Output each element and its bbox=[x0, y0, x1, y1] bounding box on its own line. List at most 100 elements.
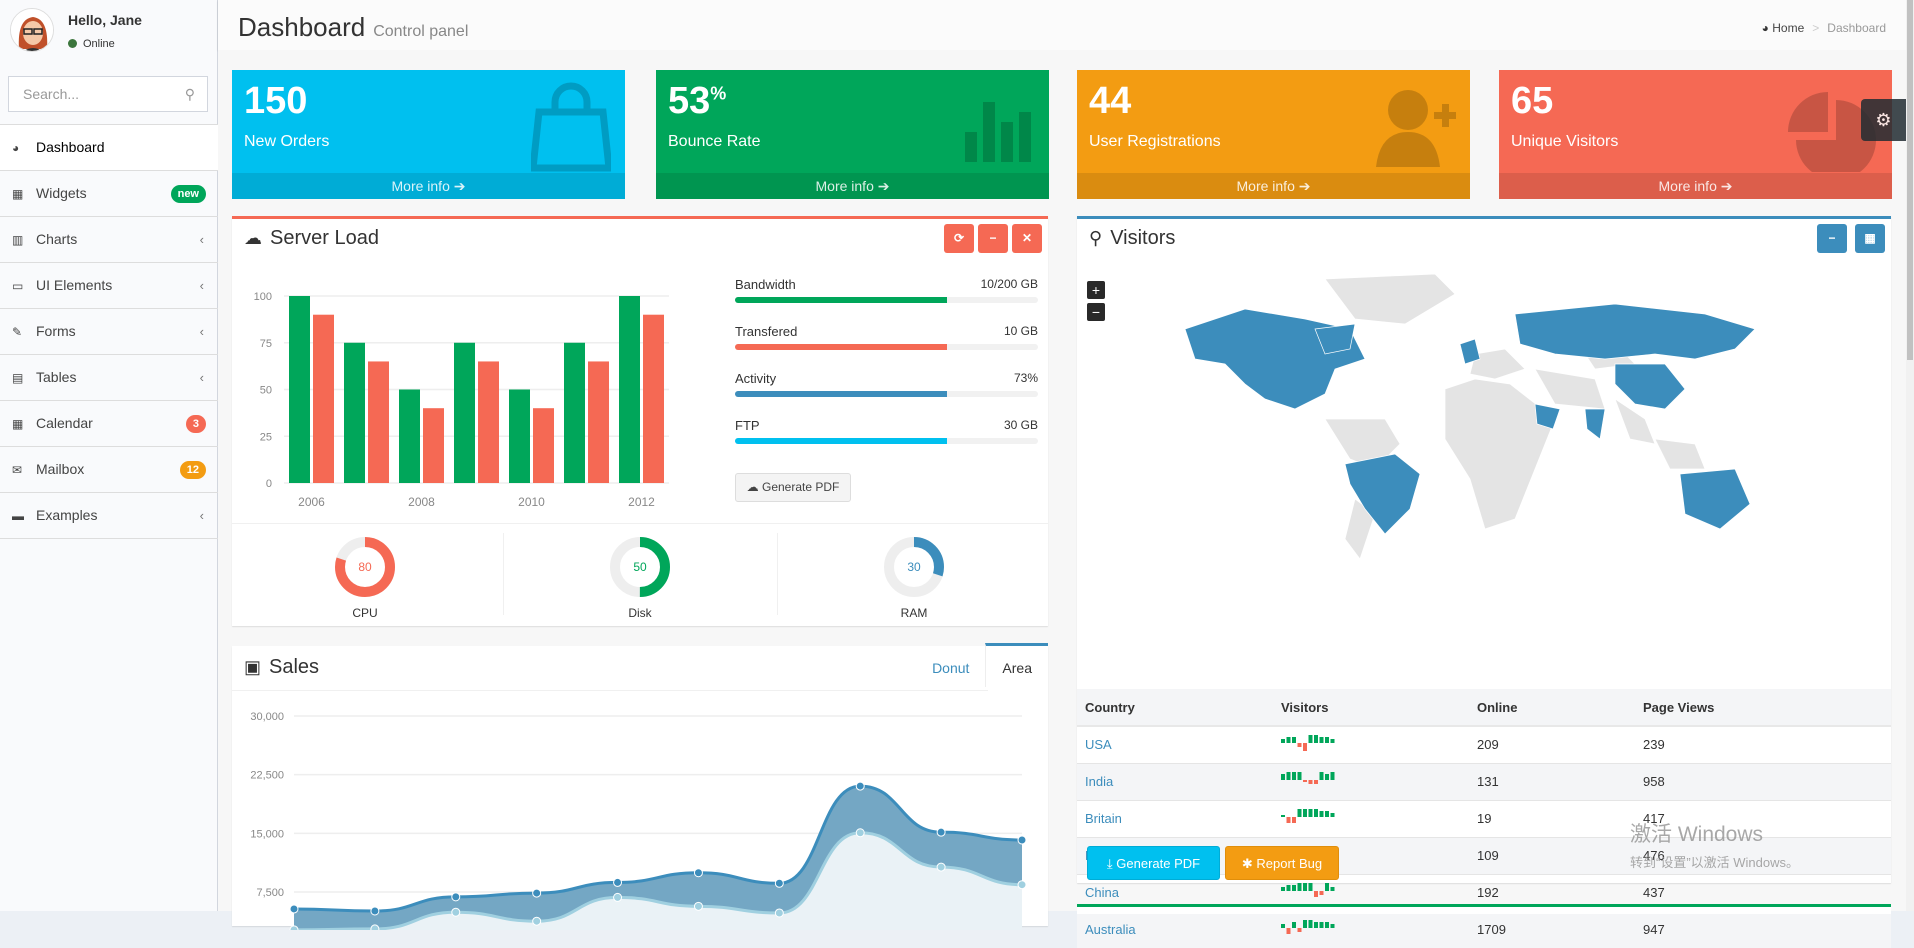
bar-2011-1 bbox=[588, 361, 609, 483]
refresh-button[interactable]: ⟳ bbox=[944, 224, 974, 253]
report-bug-button[interactable]: ✱ Report Bug bbox=[1225, 846, 1339, 880]
knob-dial[interactable]: 80 bbox=[333, 535, 397, 599]
sparkline-bar bbox=[1286, 885, 1291, 891]
knob-dial[interactable]: 30 bbox=[882, 535, 946, 599]
point-series-2[interactable] bbox=[532, 888, 542, 898]
knob-ram[interactable]: 30 RAM bbox=[874, 535, 954, 620]
sparkline-bar bbox=[1292, 817, 1296, 823]
point-series-1[interactable] bbox=[936, 862, 946, 872]
settings-gear-button[interactable]: ⚙ bbox=[1861, 99, 1906, 141]
point-series-2[interactable] bbox=[936, 827, 946, 837]
point-series-2[interactable] bbox=[451, 892, 461, 902]
point-series-1[interactable] bbox=[532, 916, 542, 926]
sparkline-bar bbox=[1319, 772, 1324, 780]
sparkline-bar bbox=[1330, 924, 1335, 929]
map-zoom-in-button[interactable]: + bbox=[1087, 281, 1105, 299]
arrow-circle-right-icon: ➔ bbox=[1294, 178, 1311, 194]
calendar-icon: ▦ bbox=[12, 417, 24, 431]
scrollbar-thumb[interactable] bbox=[1907, 0, 1913, 360]
progress-bar bbox=[735, 438, 1038, 444]
knob-disk[interactable]: 50 Disk bbox=[600, 535, 680, 620]
more-info-link[interactable]: More info ➔ bbox=[1077, 173, 1470, 199]
x-tick-label: 2006 bbox=[298, 495, 325, 509]
country-cell: USA bbox=[1077, 725, 1273, 763]
sidebar-item-calendar[interactable]: ▦ Calendar 3 bbox=[0, 401, 218, 447]
point-series-2[interactable] bbox=[613, 877, 623, 887]
stat-value: 44 bbox=[1089, 80, 1131, 123]
sidebar-item-tables[interactable]: ▤ Tables ‹ bbox=[0, 355, 218, 401]
country-link[interactable]: China bbox=[1085, 885, 1119, 900]
point-series-1[interactable] bbox=[1017, 880, 1027, 890]
point-series-1[interactable] bbox=[370, 924, 380, 930]
knob-dial[interactable]: 50 bbox=[608, 535, 672, 599]
search-input[interactable]: Search... ⚲ bbox=[8, 76, 208, 112]
visitors-sparkline-cell bbox=[1273, 725, 1469, 763]
sparkline-bar bbox=[1303, 780, 1307, 782]
x-tick-label: 2012 bbox=[628, 495, 655, 509]
sidebar-badge: 12 bbox=[179, 461, 206, 479]
knob-cpu[interactable]: 80 CPU bbox=[325, 535, 405, 620]
calendar-button[interactable]: ▦ bbox=[1855, 224, 1885, 253]
page-views-cell: 239 bbox=[1635, 725, 1891, 763]
point-series-1[interactable] bbox=[774, 908, 784, 918]
sidebar-item-examples[interactable]: ▬ Examples ‹ bbox=[0, 493, 218, 539]
progress-label: Transfered bbox=[735, 324, 798, 339]
more-info-label: More info bbox=[1658, 178, 1717, 194]
sparkline-bar bbox=[1325, 737, 1329, 744]
sparkline-bar bbox=[1281, 815, 1285, 817]
stat-box-bounce-rate: 53% Bounce Rate More info ➔ bbox=[656, 70, 1049, 199]
more-info-link[interactable]: More info ➔ bbox=[232, 173, 625, 199]
point-series-2[interactable] bbox=[855, 781, 865, 791]
envelope-icon: ✉ bbox=[12, 463, 23, 477]
more-info-link[interactable]: More info ➔ bbox=[1499, 173, 1892, 199]
point-series-2[interactable] bbox=[774, 878, 784, 888]
sparkline-bar bbox=[1308, 883, 1313, 891]
generate-pdf-button[interactable]: ⤓ Generate PDF bbox=[1087, 846, 1220, 880]
collapse-button[interactable]: − bbox=[1817, 224, 1847, 253]
point-series-1[interactable] bbox=[451, 907, 461, 917]
sidebar-item-charts[interactable]: ▥ Charts ‹ bbox=[0, 217, 218, 263]
more-info-link[interactable]: More info ➔ bbox=[656, 173, 1049, 199]
remove-button[interactable]: ✕ bbox=[1012, 224, 1042, 253]
sparkline-bar bbox=[1286, 737, 1291, 744]
point-series-2[interactable] bbox=[289, 904, 299, 914]
sidebar-item-widgets[interactable]: ▦ Widgets new bbox=[0, 171, 218, 217]
bar-2008-0 bbox=[399, 389, 420, 483]
edit-icon: ✎ bbox=[12, 325, 23, 339]
sparkline-bar bbox=[1314, 891, 1318, 897]
sparkline-bar bbox=[1314, 809, 1318, 817]
point-series-1[interactable] bbox=[613, 892, 623, 902]
sidebar-item-mailbox[interactable]: ✉ Mailbox 12 bbox=[0, 447, 218, 493]
breadcrumb-home[interactable]: Home bbox=[1772, 21, 1804, 35]
tab-donut[interactable]: Donut bbox=[916, 646, 985, 690]
y-tick-label: 75 bbox=[260, 338, 272, 350]
point-series-1[interactable] bbox=[289, 925, 299, 930]
point-series-2[interactable] bbox=[693, 868, 703, 878]
sparkline-bar bbox=[1297, 928, 1302, 933]
sparkline-bar bbox=[1303, 743, 1307, 752]
box-title: ⚲ Visitors bbox=[1089, 227, 1175, 250]
user-add-icon bbox=[1376, 82, 1456, 170]
collapse-button[interactable]: − bbox=[978, 224, 1008, 253]
search-icon[interactable]: ⚲ bbox=[185, 77, 195, 111]
stat-label: User Registrations bbox=[1089, 133, 1221, 150]
world-map[interactable] bbox=[1175, 269, 1789, 574]
sidebar-item-ui-elements[interactable]: ▭ UI Elements ‹ bbox=[0, 263, 218, 309]
more-info-label: More info bbox=[815, 178, 874, 194]
country-link[interactable]: Britain bbox=[1085, 811, 1122, 826]
tab-area[interactable]: Area bbox=[985, 643, 1048, 687]
generate-pdf-button[interactable]: ☁ Generate PDF bbox=[735, 473, 851, 502]
point-series-2[interactable] bbox=[1017, 835, 1027, 845]
country-cell: Australia bbox=[1077, 910, 1273, 948]
scrollbar[interactable] bbox=[1906, 0, 1914, 911]
stat-box-user-registrations: 44 User Registrations More info ➔ bbox=[1077, 70, 1470, 199]
sidebar-item-forms[interactable]: ✎ Forms ‹ bbox=[0, 309, 218, 355]
country-link[interactable]: USA bbox=[1085, 737, 1112, 752]
country-link[interactable]: Australia bbox=[1085, 922, 1136, 937]
country-link[interactable]: India bbox=[1085, 774, 1113, 789]
point-series-1[interactable] bbox=[693, 901, 703, 911]
point-series-1[interactable] bbox=[855, 828, 865, 838]
divider bbox=[503, 533, 504, 615]
map-zoom-out-button[interactable]: − bbox=[1087, 303, 1105, 321]
sidebar-item-dashboard[interactable]: ◕ Dashboard bbox=[0, 125, 218, 171]
